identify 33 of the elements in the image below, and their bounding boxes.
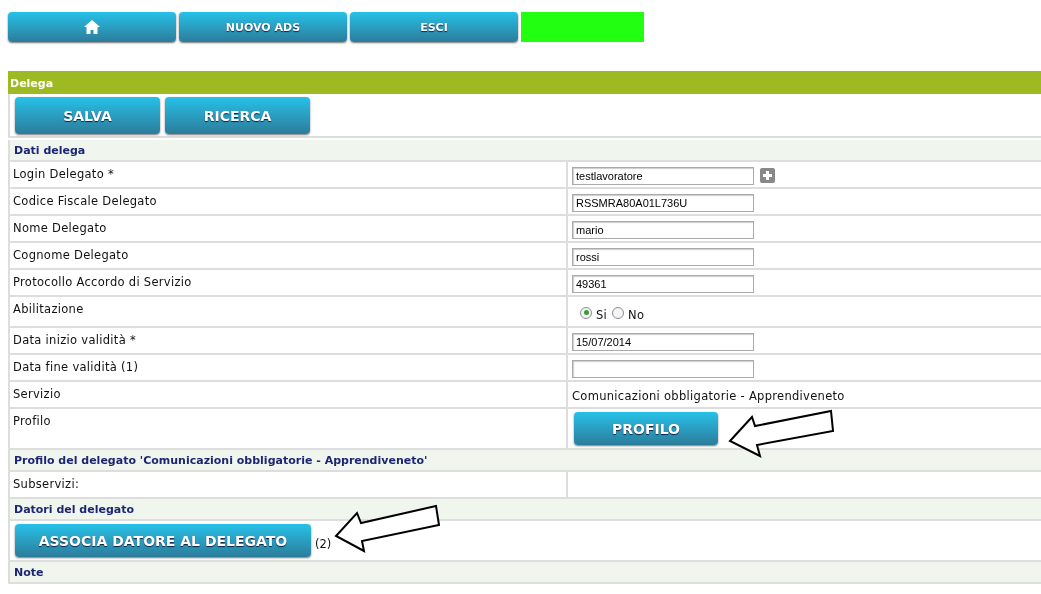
section-header: Datori del delegato [8, 499, 1041, 521]
field-label: Abilitazione [12, 301, 85, 318]
radio-label: No [628, 308, 645, 322]
field-label: Servizio [12, 386, 62, 403]
input-field[interactable]: RSSMRA80A01L736U [572, 193, 754, 212]
input-field[interactable]: 49361 [572, 274, 754, 293]
field-label: Codice Fiscale Delegato [12, 193, 158, 210]
field-label: Data inizio validità * [12, 332, 137, 349]
field-label: Data fine validità (1) [12, 359, 140, 376]
section-header: Profilo del delegato 'Comunicazioni obbligatorie - Apprendiveneto' [8, 450, 1041, 472]
section-header: Dati delega [8, 140, 1041, 162]
field-label: Cognome Delegato [12, 247, 130, 264]
field-label: Subservizi: [12, 476, 81, 493]
footnote-mark: (2) [315, 536, 332, 551]
field-label: Profilo [12, 413, 52, 430]
field-label: Protocollo Accordo di Servizio [12, 274, 193, 291]
input-field[interactable]: rossi [572, 247, 754, 266]
radio-button[interactable] [580, 306, 592, 319]
input-field[interactable]: testlavoratore [572, 166, 754, 185]
input-field[interactable]: mario [572, 220, 754, 239]
plus-icon [763, 171, 772, 180]
input-field[interactable] [572, 359, 754, 378]
radio-label: Si [596, 308, 608, 322]
section-header: Note [8, 562, 1041, 584]
field-label: Nome Delegato [12, 220, 108, 237]
home-button[interactable] [8, 12, 176, 42]
radio-button[interactable] [612, 306, 625, 319]
field-value: Comunicazioni obbligatorie - Apprendiveneto [572, 388, 845, 403]
add-button[interactable] [760, 168, 775, 183]
input-field[interactable]: 15/07/2014 [572, 332, 754, 351]
section-title: Delega [8, 71, 1041, 94]
home-icon [83, 19, 101, 35]
field-label: Login Delegato * [12, 166, 115, 183]
